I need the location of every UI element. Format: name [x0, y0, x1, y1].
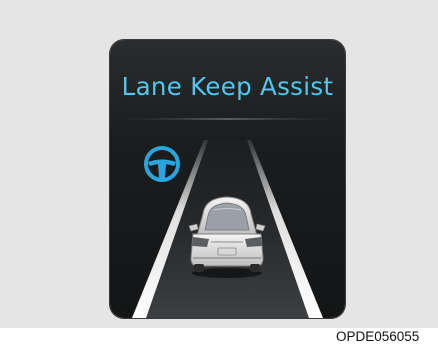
display-title: Lane Keep Assist: [121, 72, 334, 101]
illustration-frame: Lane Keep Assist: [0, 0, 438, 328]
cluster-display: Lane Keep Assist: [110, 40, 345, 318]
title-divider: [120, 118, 335, 120]
figure-code: OPDE056055: [336, 329, 420, 344]
